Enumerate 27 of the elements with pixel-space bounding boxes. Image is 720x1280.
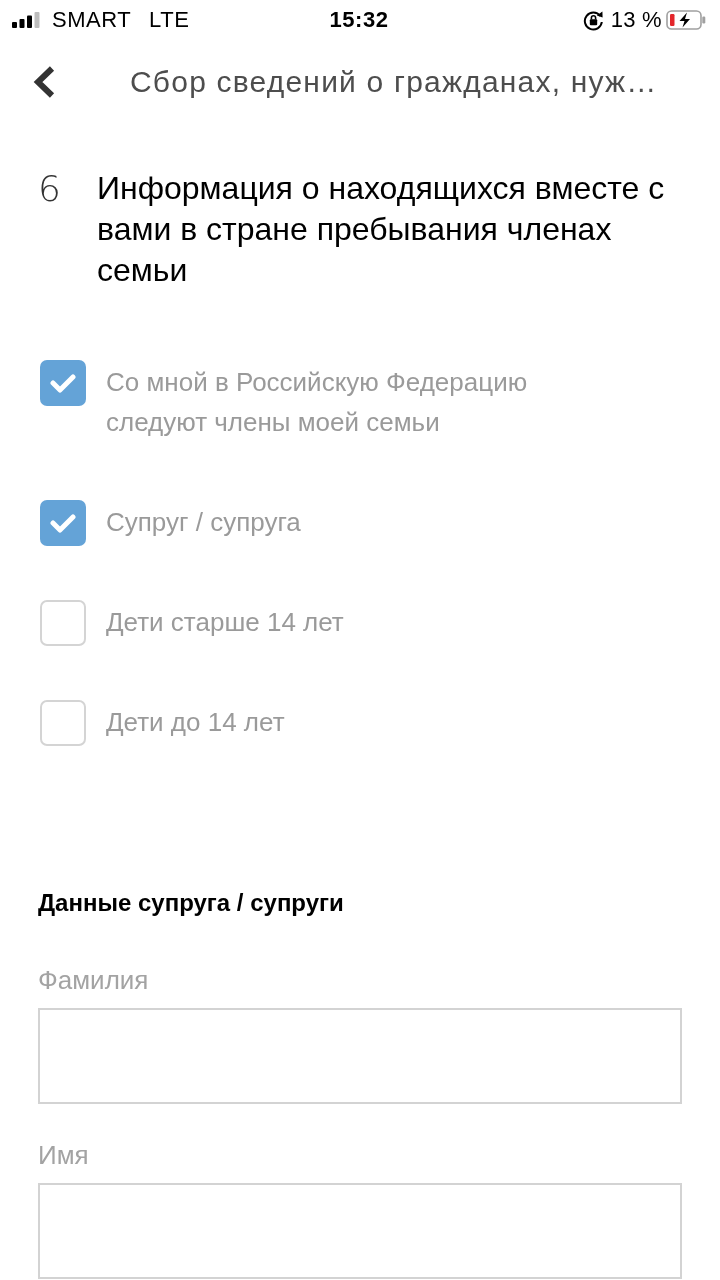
back-button[interactable] [32, 65, 56, 99]
rotation-lock-icon [582, 9, 604, 31]
checkbox-label: Супруг / супруга [106, 506, 302, 539]
carrier-name: SMART [52, 7, 132, 33]
question-heading: Информация о находящихся вместе с вами в стране пребывания членах семьи [97, 169, 666, 290]
battery-percentage: 13 % [610, 7, 662, 33]
checkbox[interactable] [40, 500, 86, 546]
step-number: 6 [38, 168, 62, 209]
section-heading: Данные супруга / супруги [38, 888, 344, 918]
check-icon [50, 373, 76, 393]
screen-title: Сбор сведений о гражданах, нуж… [130, 65, 658, 99]
battery-icon [666, 10, 706, 30]
check-icon [50, 513, 76, 533]
checkbox[interactable] [40, 600, 86, 646]
signal-icon [12, 12, 40, 28]
clock-time: 15:32 [329, 7, 389, 33]
checkbox-label: Дети старше 14 лет [106, 606, 345, 639]
checkbox-label: Дети до 14 лет [106, 706, 286, 739]
checkbox[interactable] [40, 700, 86, 746]
back-icon [32, 65, 56, 99]
checkbox[interactable] [40, 360, 86, 406]
checkbox-label: Со мной в Российскую Федерацию следуют члены моей семьи [106, 366, 529, 439]
field-label: Фамилия [38, 964, 149, 996]
input-field[interactable] [38, 1008, 682, 1104]
network-type: LTE [149, 7, 190, 33]
input-field[interactable] [38, 1183, 682, 1279]
field-label: Имя [38, 1139, 89, 1171]
